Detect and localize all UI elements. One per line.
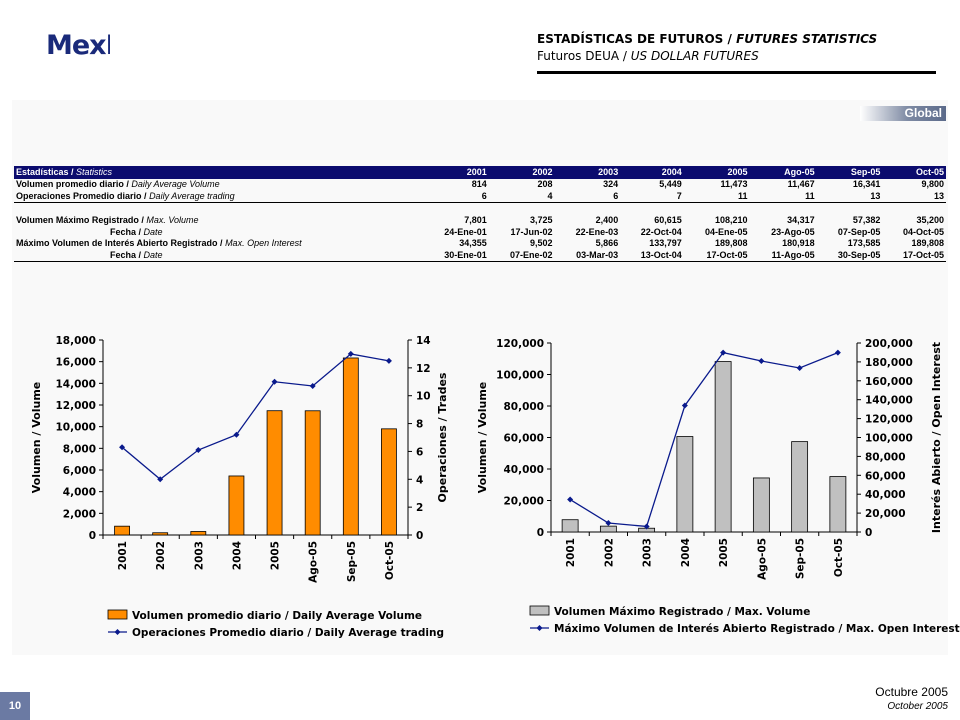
y-tick-label: 60,000 bbox=[503, 433, 544, 445]
x-tick-label: 2002 bbox=[603, 538, 615, 567]
y2-tick-label: 120,000 bbox=[865, 414, 913, 426]
y2-tick-label: 100,000 bbox=[865, 433, 913, 445]
bar bbox=[561, 519, 579, 533]
legend-swatch-bar bbox=[529, 605, 550, 616]
footer-date-en: October 2005 bbox=[887, 701, 948, 712]
x-tick-label: Ago-05 bbox=[756, 538, 768, 580]
y2-tick-label: 200,000 bbox=[865, 338, 913, 350]
bar bbox=[791, 441, 809, 533]
y-tick-label: 20,000 bbox=[503, 496, 544, 508]
y2-tick-label: 80,000 bbox=[865, 451, 906, 463]
bar bbox=[752, 477, 770, 533]
bar bbox=[829, 476, 847, 533]
data-point bbox=[605, 520, 612, 527]
y-tick-label: 40,000 bbox=[503, 464, 544, 476]
y-tick-label: 0 bbox=[537, 527, 544, 539]
footer-date-es: Octubre 2005 bbox=[875, 685, 948, 699]
y2-tick-label: 20,000 bbox=[865, 508, 906, 520]
page-number: 10 bbox=[0, 692, 30, 720]
y-tick-label: 120,000 bbox=[496, 338, 544, 350]
bar bbox=[714, 361, 732, 533]
legend-marker bbox=[536, 625, 543, 631]
y2-axis-title: Interés Abierto / Open Interest bbox=[930, 342, 943, 533]
data-point bbox=[796, 364, 803, 371]
data-point bbox=[758, 358, 765, 365]
y2-tick-label: 60,000 bbox=[865, 470, 906, 482]
legend-label-bar: Volumen Máximo Registrado / Max. Volume bbox=[554, 606, 810, 618]
y-tick-label: 100,000 bbox=[496, 370, 544, 382]
y2-tick-label: 40,000 bbox=[865, 489, 906, 501]
x-tick-label: 2001 bbox=[565, 538, 577, 567]
x-tick-label: Oct-05 bbox=[833, 538, 845, 577]
y2-tick-label: 0 bbox=[865, 527, 872, 539]
max-volume-chart: 0 20,000 40,000 60,000 80,000 100,000 120,000 0… bbox=[476, 338, 960, 635]
x-tick-label: 2005 bbox=[718, 538, 730, 567]
legend-label-line: Máximo Volumen de Interés Abierto Regist… bbox=[554, 623, 960, 635]
bar bbox=[676, 436, 694, 533]
y2-tick-label: 180,000 bbox=[865, 357, 913, 369]
bar bbox=[599, 525, 617, 533]
y2-tick-label: 140,000 bbox=[865, 395, 913, 407]
x-tick-label: 2003 bbox=[642, 538, 654, 567]
y-tick-label: 80,000 bbox=[503, 401, 544, 413]
data-point bbox=[567, 496, 574, 503]
y2-tick-label: 160,000 bbox=[865, 376, 913, 388]
y-axis-title: Volumen / Volume bbox=[476, 382, 489, 494]
data-point bbox=[834, 349, 841, 356]
x-tick-label: 2004 bbox=[680, 538, 692, 567]
x-tick-label: Sep-05 bbox=[795, 538, 807, 579]
